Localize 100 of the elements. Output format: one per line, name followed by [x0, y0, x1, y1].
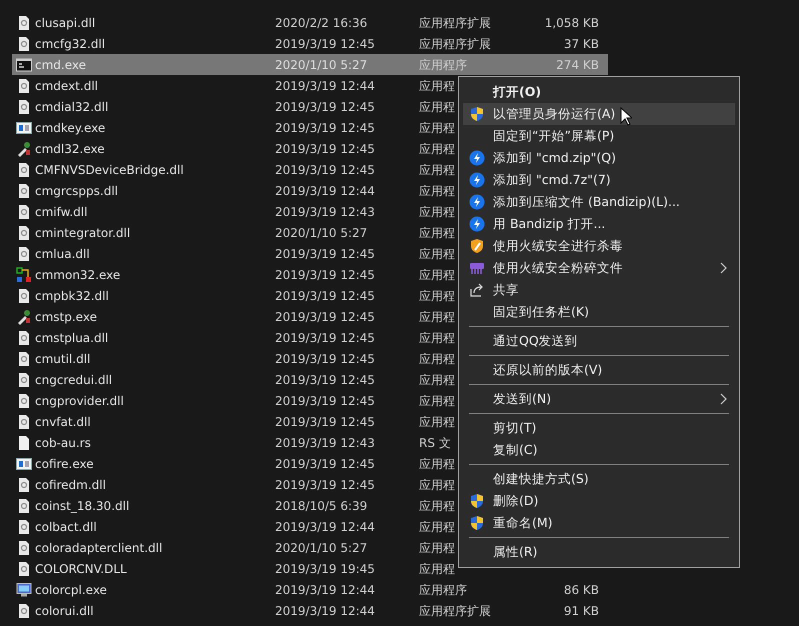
file-type: 应用程序扩展	[419, 14, 491, 32]
file-name: COLORCNV.DLL	[35, 560, 128, 578]
file-name: colorcpl.exe	[35, 582, 108, 598]
file-date: 2019/3/19 19:45	[275, 560, 376, 578]
file-date: 2019/3/19 12:43	[275, 204, 376, 220]
menu-item[interactable]: 使用火绒安全进行杀毒	[463, 235, 735, 257]
lightning-icon	[469, 194, 485, 210]
menu-item[interactable]: 复制(C)	[463, 439, 735, 461]
file-name: cmstplua.dll	[35, 330, 110, 346]
file-type: 应用程	[419, 204, 455, 220]
lightning-icon	[469, 216, 485, 232]
file-date: 2019/3/19 12:45	[275, 266, 376, 284]
gear-document-icon	[16, 288, 32, 304]
monitor-icon	[16, 582, 32, 598]
gear-document-icon	[16, 498, 32, 514]
gear-document-icon	[16, 78, 32, 94]
gear-document-icon	[16, 540, 32, 556]
file-name: cmifw.dll	[35, 204, 88, 220]
gear-document-icon	[16, 204, 32, 220]
console-icon	[16, 56, 32, 72]
file-date: 2019/3/19 12:45	[275, 162, 376, 178]
menu-item[interactable]: 使用火绒安全粉碎文件	[463, 257, 735, 279]
file-size: 1,058 KB	[544, 14, 599, 32]
file-date: 2019/3/19 12:45	[275, 308, 376, 326]
file-name: coinst_18.30.dll	[35, 498, 130, 514]
menu-item[interactable]: 共享	[463, 279, 735, 301]
file-type: 应用程	[419, 246, 455, 262]
file-date: 2020/2/2 16:36	[275, 14, 368, 32]
file-date: 2019/3/19 12:45	[275, 372, 376, 388]
file-date: 2020/1/10 5:27	[275, 224, 368, 242]
file-type: 应用程	[419, 266, 455, 284]
menu-item[interactable]: 用 Bandizip 打开...	[463, 213, 735, 235]
gear-document-icon	[16, 224, 32, 240]
menu-item[interactable]: 创建快捷方式(S)	[463, 468, 735, 490]
file-type: 应用程	[419, 330, 455, 346]
file-date: 2020/1/10 5:27	[275, 540, 368, 556]
file-type: 应用程	[419, 518, 455, 536]
file-size: 91 KB	[562, 602, 599, 620]
window-icon	[16, 120, 32, 136]
window-icon	[16, 456, 32, 472]
menu-item[interactable]: 添加到 "cmd.zip"(Q)	[463, 147, 735, 169]
file-name: colorui.dll	[35, 602, 95, 620]
file-type: RS 文	[419, 434, 451, 452]
file-type: 应用程	[419, 350, 455, 368]
network-icon	[16, 266, 32, 282]
file-name: colbact.dll	[35, 518, 98, 536]
menu-item[interactable]: 重命名(M)	[463, 512, 735, 534]
gear-document-icon	[16, 182, 32, 198]
menu-item[interactable]: 固定到“开始”屏幕(P)	[463, 125, 735, 147]
menu-item[interactable]: 添加到 "cmd.7z"(7)	[463, 169, 735, 191]
shredder-icon	[469, 260, 485, 276]
menu-item[interactable]: 还原以前的版本(V)	[463, 359, 735, 381]
mouse-cursor-icon	[620, 107, 632, 126]
menu-item[interactable]: 发送到(N)	[463, 388, 735, 410]
file-type: 应用程序	[419, 56, 467, 74]
file-row[interactable]: cmd.exe 2020/1/10 5:27 应用程序 274 KB	[12, 54, 608, 75]
file-name: coloradapterclient.dll	[35, 540, 164, 556]
file-name: clusapi.dll	[35, 14, 96, 32]
file-name: cmintegrator.dll	[35, 224, 132, 242]
file-date: 2019/3/19 12:45	[275, 36, 376, 52]
file-row[interactable]: colorcpl.exe 2019/3/19 12:44 应用程序 86 KB	[12, 579, 608, 600]
file-type: 应用程	[419, 392, 455, 410]
chevron-right-icon	[720, 393, 727, 405]
file-type: 应用程序扩展	[419, 602, 491, 620]
menu-item[interactable]: 打开(O)	[463, 81, 735, 103]
file-size: 37 KB	[562, 36, 599, 52]
file-row[interactable]: cmcfg32.dll 2019/3/19 12:45 应用程序扩展 37 KB	[12, 33, 608, 54]
menu-item[interactable]: 删除(D)	[463, 490, 735, 512]
file-name: cmdial32.dll	[35, 98, 110, 116]
file-date: 2019/3/19 12:45	[275, 246, 376, 262]
file-name: cmstp.exe	[35, 308, 98, 326]
menu-item[interactable]: 添加到压缩文件 (Bandizip)(L)...	[463, 191, 735, 213]
file-name: cnvfat.dll	[35, 414, 92, 430]
lightning-icon	[469, 172, 485, 188]
menu-item[interactable]: 以管理员身份运行(A)	[463, 103, 735, 125]
gear-document-icon	[16, 602, 32, 618]
tool-icon	[16, 140, 32, 156]
file-date: 2019/3/19 12:45	[275, 350, 376, 368]
gear-document-icon	[16, 476, 32, 492]
shield-icon	[469, 515, 485, 531]
menu-item[interactable]: 通过QQ发送到	[463, 330, 735, 352]
file-type: 应用程	[419, 140, 455, 158]
file-date: 2020/1/10 5:27	[275, 56, 368, 74]
file-type: 应用程	[419, 414, 455, 430]
file-name: cmmon32.exe	[35, 266, 122, 284]
file-row[interactable]: colorui.dll 2019/3/19 12:44 应用程序扩展 91 KB	[12, 600, 608, 621]
menu-item[interactable]: 固定到任务栏(K)	[463, 301, 735, 323]
file-type: 应用程	[419, 308, 455, 326]
gear-document-icon	[16, 414, 32, 430]
tool-icon	[16, 308, 32, 324]
file-date: 2019/3/19 12:45	[275, 456, 376, 472]
menu-item[interactable]: 剪切(T)	[463, 417, 735, 439]
file-date: 2018/10/5 6:39	[275, 498, 368, 514]
file-name: cngprovider.dll	[35, 392, 125, 410]
file-row[interactable]: clusapi.dll 2020/2/2 16:36 应用程序扩展 1,058 KB	[12, 12, 608, 33]
file-date: 2019/3/19 12:44	[275, 182, 376, 200]
file-type: 应用程	[419, 476, 455, 494]
file-type: 应用程	[419, 182, 455, 200]
file-date: 2019/3/19 12:45	[275, 392, 376, 410]
file-type: 应用程	[419, 162, 455, 178]
